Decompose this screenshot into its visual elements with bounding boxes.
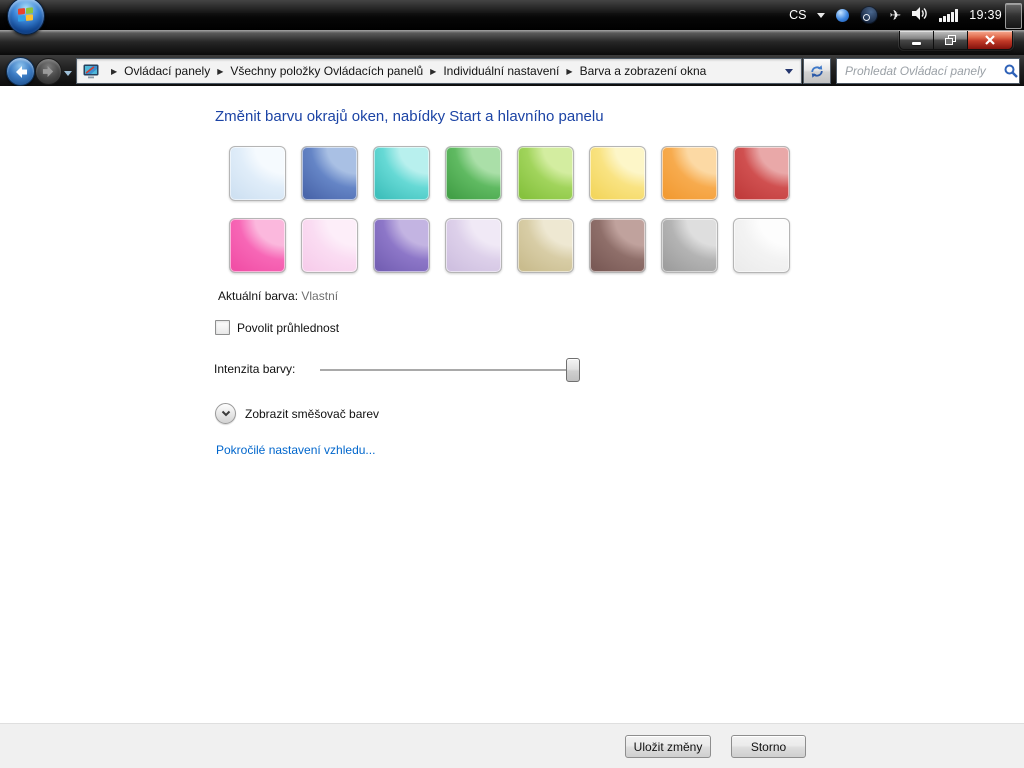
intensity-label: Intenzita barvy: (214, 362, 296, 376)
recent-pages-dropdown-icon[interactable] (64, 71, 72, 76)
close-button[interactable] (968, 31, 1012, 49)
breadcrumb-item[interactable]: Individuální nastavení (443, 64, 559, 78)
close-icon (985, 35, 995, 45)
color-mixer-label[interactable]: Zobrazit směšovač barev (245, 407, 379, 421)
current-color-value: Vlastní (301, 289, 339, 303)
volume-icon[interactable] (912, 7, 928, 23)
current-color-row: Aktuální barva: Vlastní (218, 289, 338, 303)
taskbar: CS ✈ 19:39 (0, 0, 1024, 30)
save-changes-button[interactable]: Uložit změny (625, 735, 711, 758)
desktop-screen: CS ✈ 19:39 ▶ Ovládací panely ▶ Všechny pol (0, 0, 1024, 768)
caption-buttons (899, 31, 1013, 50)
transparency-label[interactable]: Povolit průhlednost (237, 321, 339, 335)
show-desktop-button[interactable] (1005, 3, 1022, 29)
color-swatch-twilight[interactable] (301, 146, 358, 201)
restore-icon (945, 35, 956, 45)
address-dropdown-icon[interactable] (785, 68, 793, 74)
color-swatch-fuchsia[interactable] (229, 218, 286, 273)
system-tray: CS ✈ 19:39 (789, 0, 1002, 30)
breadcrumb-separator-icon: ▶ (566, 66, 573, 76)
search-input[interactable] (837, 64, 1004, 78)
breadcrumb-item[interactable]: Barva a zobrazení okna (580, 64, 707, 78)
refresh-button[interactable] (803, 58, 831, 84)
tray-app-icon[interactable] (836, 8, 850, 22)
search-icon[interactable] (1004, 64, 1018, 78)
forward-button[interactable] (35, 58, 62, 85)
transparency-checkbox[interactable] (215, 320, 230, 335)
color-mixer-expander[interactable]: Zobrazit směšovač barev (215, 403, 379, 424)
intensity-slider-track[interactable] (320, 369, 578, 372)
steam-icon[interactable] (860, 6, 879, 24)
back-arrow-icon (15, 65, 27, 78)
color-swatch-grid (229, 146, 790, 273)
breadcrumb: ▶ Ovládací panely ▶ Všechny položky Ovládac… (104, 64, 777, 78)
minimize-icon (912, 42, 921, 45)
color-swatch-lavender[interactable] (445, 218, 502, 273)
breadcrumb-item[interactable]: Všechny položky Ovládacích panelů (230, 64, 423, 78)
breadcrumb-separator-icon: ▶ (111, 66, 118, 76)
language-indicator[interactable]: CS (789, 8, 806, 22)
color-swatch-lime[interactable] (517, 146, 574, 201)
window-titlebar (0, 30, 1024, 55)
network-signal-icon[interactable] (939, 8, 959, 22)
refresh-icon (811, 64, 823, 78)
forward-arrow-icon (42, 65, 54, 78)
color-swatch-sun[interactable] (589, 146, 646, 201)
color-swatch-chocolate[interactable] (589, 218, 646, 273)
minimize-button[interactable] (900, 31, 934, 49)
color-swatch-sky[interactable] (229, 146, 286, 201)
advanced-appearance-link[interactable]: Pokročilé nastavení vzhledu... (216, 443, 375, 457)
intensity-slider-thumb[interactable] (566, 358, 580, 382)
search-box (836, 58, 1020, 84)
breadcrumb-item[interactable]: Ovládací panely (124, 64, 210, 78)
color-swatch-frost[interactable] (733, 218, 790, 273)
current-color-label: Aktuální barva: (218, 289, 299, 303)
color-swatch-blush[interactable] (301, 218, 358, 273)
page-title: Změnit barvu okrajů oken, nabídky Start … (215, 108, 604, 125)
color-swatch-slate[interactable] (661, 218, 718, 273)
personalization-page-icon (83, 64, 99, 78)
color-swatch-leaf[interactable] (445, 146, 502, 201)
transparency-row: Povolit průhlednost (215, 320, 339, 335)
language-dropdown-icon[interactable] (817, 12, 826, 18)
color-swatch-pumpkin[interactable] (661, 146, 718, 201)
color-swatch-taupe[interactable] (517, 218, 574, 273)
clock[interactable]: 19:39 (969, 8, 1002, 22)
breadcrumb-separator-icon: ▶ (217, 66, 224, 76)
airplane-icon[interactable]: ✈ (889, 8, 901, 22)
restore-button[interactable] (934, 31, 968, 49)
cancel-button[interactable]: Storno (731, 735, 806, 758)
footer-bar: Uložit změny Storno (0, 723, 1024, 768)
intensity-row: Intenzita barvy: (214, 358, 594, 384)
windows-logo-icon (18, 7, 33, 22)
window-content: Změnit barvu okrajů oken, nabídky Start … (0, 86, 1024, 723)
back-button[interactable] (6, 57, 35, 86)
chevron-down-button[interactable] (215, 403, 236, 424)
address-bar[interactable]: ▶ Ovládací panely ▶ Všechny položky Ovládac… (76, 58, 802, 84)
navigation-bar: ▶ Ovládací panely ▶ Všechny položky Ovládac… (0, 55, 1024, 87)
breadcrumb-separator-icon: ▶ (430, 66, 437, 76)
color-swatch-sea[interactable] (373, 146, 430, 201)
chevron-down-icon (221, 410, 230, 417)
color-swatch-ruby[interactable] (733, 146, 790, 201)
color-swatch-violet[interactable] (373, 218, 430, 273)
